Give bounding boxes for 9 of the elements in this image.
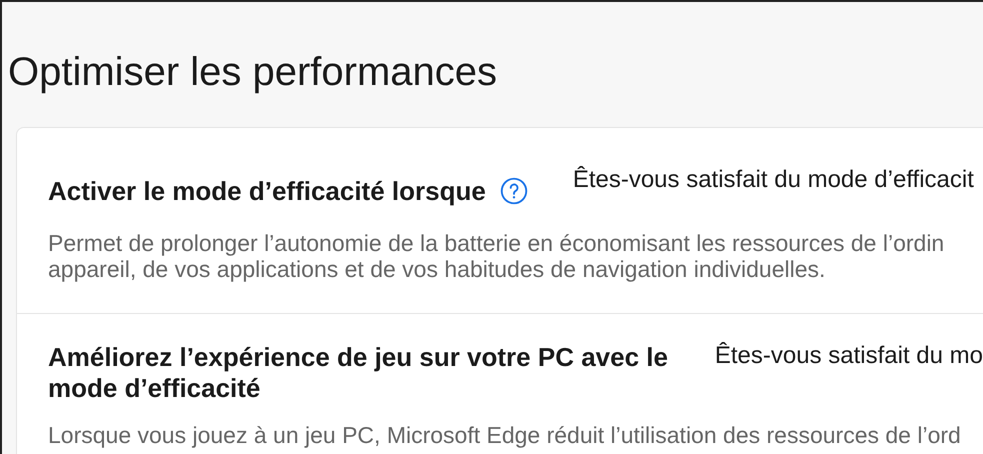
help-icon[interactable] [500,177,528,205]
setting-heading: Améliorez l’expérience de jeu sur votre PC avec le mode d’efficacité [48,342,669,404]
feedback-question: Êtes-vous satisfait du mode d’efficacit [572,166,974,194]
setting-description: Permet de prolonger l’autonomie de la batterie en économisant les ressources de l’ordin [48,230,946,256]
feedback-question: Êtes-vous satisfait du mo [714,342,983,370]
setting-description: Lorsque vous jouez à un jeu PC, Microsoft Edge réduit l’utilisation des ressources de l’ord [48,422,962,448]
page-title: Optimiser les performances [7,49,498,96]
setting-description: appareil, de vos applications et de vos habitudes de navigation individuelles. [48,256,826,282]
setting-heading: Activer le mode d’efficacité lorsque [48,175,486,208]
